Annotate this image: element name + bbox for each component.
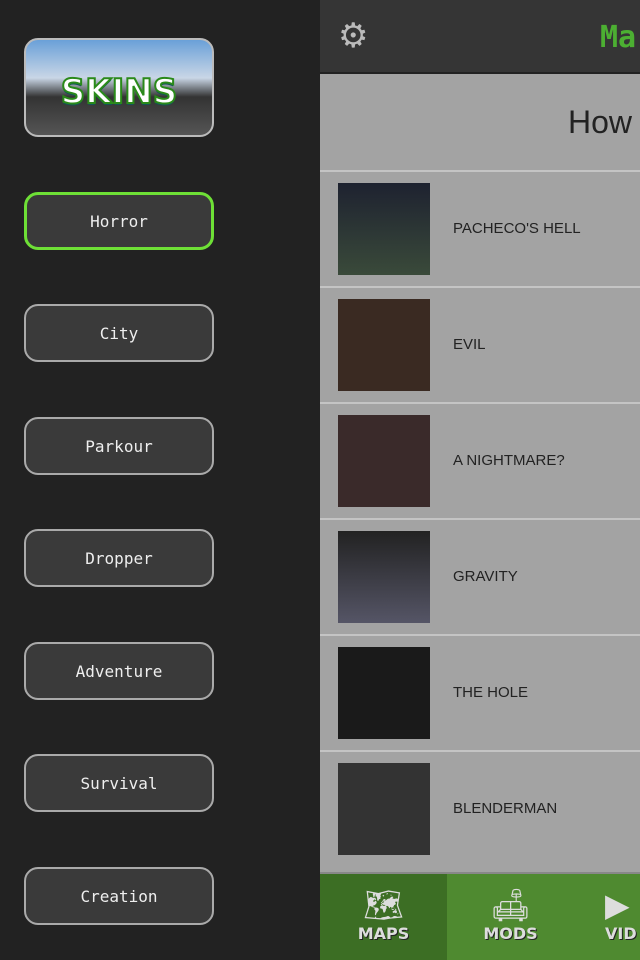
map-thumbnail [338, 647, 430, 739]
map-thumbnail [338, 415, 430, 507]
map-thumbnail [338, 299, 430, 391]
map-name: EVIL [453, 336, 486, 353]
tab-label: MODS [483, 924, 538, 943]
map-name: A NIGHTMARE? [453, 452, 565, 469]
category-creation[interactable]: Creation [24, 867, 214, 925]
subheader: How t [320, 76, 640, 170]
subheader-text: How t [568, 104, 640, 140]
sofa-icon: 🛋 [490, 887, 531, 923]
header: ⚙ Ma [320, 0, 640, 74]
category-dropper[interactable]: Dropper [24, 529, 214, 587]
list-item[interactable]: A NIGHTMARE? [320, 402, 640, 518]
tab-label: MAPS [357, 924, 410, 943]
skins-logo[interactable]: SKINS [24, 38, 214, 137]
map-thumbnail [338, 763, 430, 855]
category-horror[interactable]: Horror [24, 192, 214, 250]
category-parkour[interactable]: Parkour [24, 417, 214, 475]
page-title: Ma [600, 20, 637, 55]
main-panel: ⚙ Ma How t PACHECO'S HELL EVIL A NIGHTMA… [320, 0, 640, 960]
category-adventure[interactable]: Adventure [24, 642, 214, 700]
gear-icon[interactable]: ⚙ [338, 19, 370, 53]
category-city[interactable]: City [24, 304, 214, 362]
tab-label: VID [605, 924, 637, 943]
category-survival[interactable]: Survival [24, 754, 214, 812]
map-name: GRAVITY [453, 568, 518, 585]
tab-videos[interactable]: ▶ VID [605, 874, 640, 960]
list-item[interactable]: GRAVITY [320, 518, 640, 634]
map-name: BLENDERMAN [453, 800, 558, 817]
list-item[interactable]: EVIL [320, 286, 640, 402]
list-item[interactable]: PACHECO'S HELL [320, 170, 640, 286]
map-list: PACHECO'S HELL EVIL A NIGHTMARE? GRAVITY… [320, 170, 640, 866]
tab-maps[interactable]: 🗺 MAPS [320, 874, 447, 960]
map-icon: 🗺 [363, 887, 404, 923]
play-icon: ▶ [605, 887, 630, 923]
list-item[interactable]: BLENDERMAN [320, 750, 640, 866]
tab-bar: 🗺 MAPS 🛋 MODS ▶ VID [320, 872, 640, 960]
list-item[interactable]: THE HOLE [320, 634, 640, 750]
map-name: PACHECO'S HELL [453, 220, 581, 237]
tab-mods[interactable]: 🛋 MODS [447, 874, 574, 960]
map-thumbnail [338, 183, 430, 275]
map-name: THE HOLE [453, 684, 529, 701]
map-thumbnail [338, 531, 430, 623]
sidebar: SKINS Horror City Parkour Dropper Advent… [0, 0, 320, 960]
logo-text: SKINS [60, 71, 178, 113]
